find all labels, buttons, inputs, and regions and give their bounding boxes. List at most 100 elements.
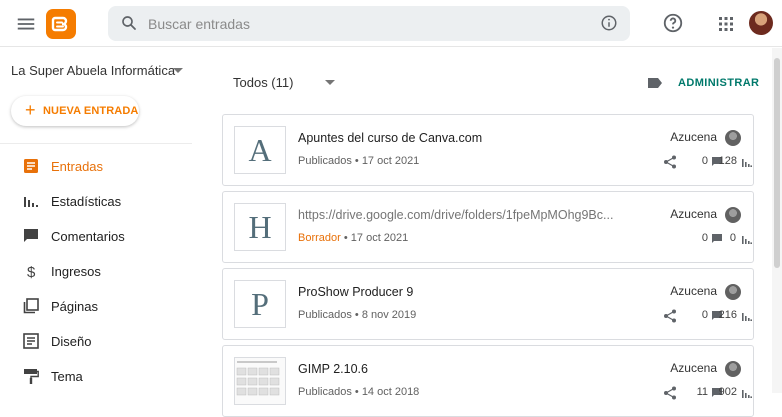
view-count: 0 — [729, 232, 736, 244]
blog-selector[interactable]: La Super Abuela Informática — [11, 62, 191, 82]
sidebar-item-label: Entradas — [51, 159, 104, 174]
views-bar-icon — [742, 390, 752, 398]
post-row[interactable]: GIMP 2.10.6 Publicados • 14 oct 2018 Azu… — [222, 345, 754, 417]
new-post-label: NUEVA ENTRADA — [43, 105, 139, 117]
help-icon[interactable] — [662, 12, 684, 34]
posts-icon — [24, 159, 38, 173]
post-meta: Publicados • 14 oct 2018 — [298, 386, 419, 398]
share-icon[interactable] — [663, 386, 677, 400]
post-title[interactable]: Apuntes del curso de Canva.com — [298, 131, 618, 145]
scrollbar[interactable] — [772, 48, 782, 393]
sidebar-item-comentarios[interactable]: Comentarios — [0, 219, 192, 253]
post-title[interactable]: https://drive.google.com/drive/folders/1… — [298, 208, 618, 222]
post-date: 8 nov 2019 — [361, 309, 417, 321]
post-author: Azucena — [670, 207, 717, 221]
post-filter-dropdown[interactable]: Todos (11) — [233, 74, 343, 94]
comment-count: 0 — [701, 232, 708, 244]
posts-panel: Todos (11) ADMINISTRAR A Apuntes del cur… — [192, 48, 770, 417]
post-status: Publicados — [298, 155, 352, 167]
sidebar-item-paginas[interactable]: Páginas — [0, 289, 192, 323]
post-thumbnail-image — [234, 357, 286, 405]
views-bar-icon — [742, 313, 752, 321]
top-app-bar — [0, 0, 782, 47]
sidebar-item-ingresos[interactable]: $ Ingresos — [0, 254, 192, 288]
post-date: 17 oct 2021 — [361, 155, 420, 167]
sidebar-item-label: Tema — [51, 369, 83, 384]
comment-icon — [712, 234, 722, 243]
meta-separator: • — [354, 309, 359, 321]
comments-icon — [24, 229, 38, 242]
sidebar: La Super Abuela Informática + NUEVA ENTR… — [0, 48, 192, 393]
sidebar-item-label: Diseño — [51, 334, 92, 349]
post-meta: Borrador • 17 oct 2021 — [298, 232, 408, 244]
meta-separator: • — [343, 232, 348, 244]
stats-icon — [24, 197, 38, 207]
blog-name: La Super Abuela Informática — [11, 63, 176, 78]
chevron-down-icon — [173, 68, 183, 73]
sidebar-divider — [0, 143, 192, 144]
author-avatar — [725, 130, 741, 146]
sidebar-item-label: Estadísticas — [51, 194, 122, 209]
meta-separator: • — [354, 386, 359, 398]
search-bar[interactable] — [108, 6, 630, 41]
comment-count: 0 — [701, 155, 708, 167]
chevron-down-icon — [325, 80, 335, 85]
info-icon[interactable] — [600, 14, 618, 32]
sidebar-item-label: Ingresos — [51, 264, 101, 279]
post-author: Azucena — [670, 284, 717, 298]
user-avatar[interactable] — [749, 11, 773, 35]
comment-count: 0 — [701, 309, 708, 321]
views-bar-icon — [742, 236, 752, 244]
author-avatar — [725, 207, 741, 223]
post-thumbnail: P — [234, 280, 286, 328]
post-date: 17 oct 2021 — [350, 232, 409, 244]
sidebar-item-diseno[interactable]: Diseño — [0, 324, 192, 358]
search-input[interactable] — [148, 6, 588, 41]
view-count: 216 — [718, 309, 737, 321]
post-row[interactable]: H https://drive.google.com/drive/folders… — [222, 191, 754, 263]
share-icon[interactable] — [663, 155, 677, 169]
label-icon[interactable] — [647, 77, 663, 89]
post-meta: Publicados • 17 oct 2021 — [298, 155, 419, 167]
post-row[interactable]: A Apuntes del curso de Canva.com Publica… — [222, 114, 754, 186]
author-avatar — [725, 284, 741, 300]
manage-labels-button[interactable]: ADMINISTRAR — [678, 77, 759, 89]
view-count: 128 — [718, 155, 737, 167]
svg-text:$: $ — [27, 264, 36, 279]
post-title[interactable]: ProShow Producer 9 — [298, 285, 618, 299]
meta-separator: • — [354, 155, 359, 167]
blogger-logo[interactable] — [46, 9, 76, 39]
blogger-b-icon — [51, 16, 68, 32]
sidebar-item-label: Comentarios — [51, 229, 125, 244]
post-status: Borrador — [298, 232, 341, 244]
share-icon[interactable] — [663, 309, 677, 323]
author-avatar — [725, 361, 741, 377]
view-count: 902 — [718, 386, 737, 398]
post-row[interactable]: P ProShow Producer 9 Publicados • 8 nov … — [222, 268, 754, 340]
post-title[interactable]: GIMP 2.10.6 — [298, 362, 618, 376]
sidebar-item-tema[interactable]: Tema — [0, 359, 192, 393]
sidebar-item-estadisticas[interactable]: Estadísticas — [0, 184, 192, 218]
gimp-screenshot-thumbnail — [236, 361, 280, 396]
post-status: Publicados — [298, 386, 352, 398]
filter-label: Todos (11) — [233, 75, 294, 90]
post-meta: Publicados • 8 nov 2019 — [298, 309, 416, 321]
post-date: 14 oct 2018 — [361, 386, 420, 398]
dollar-icon: $ — [27, 264, 36, 279]
post-status: Publicados — [298, 309, 352, 321]
apps-grid-icon[interactable] — [716, 14, 736, 34]
post-thumbnail: H — [234, 203, 286, 251]
sidebar-item-entradas[interactable]: Entradas — [0, 149, 192, 183]
comment-count: 11 — [696, 386, 708, 398]
views-bar-icon — [742, 159, 752, 167]
hamburger-menu-icon[interactable] — [15, 13, 37, 35]
plus-icon: + — [25, 100, 36, 120]
post-author: Azucena — [670, 361, 717, 375]
post-thumbnail: A — [234, 126, 286, 174]
new-post-button[interactable]: + NUEVA ENTRADA — [11, 96, 139, 126]
sidebar-item-label: Páginas — [51, 299, 98, 314]
scrollbar-thumb[interactable] — [774, 58, 780, 268]
search-icon — [122, 16, 136, 30]
pages-icon — [23, 298, 39, 314]
theme-icon — [24, 369, 39, 384]
